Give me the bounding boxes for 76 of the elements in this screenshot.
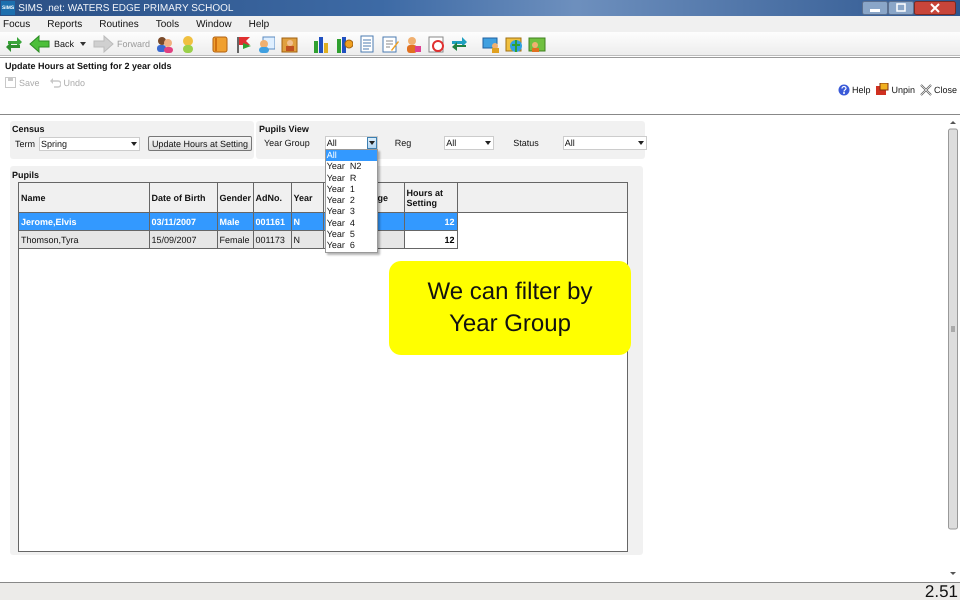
table-cell: N <box>291 230 323 248</box>
edit-document-icon[interactable] <box>381 34 400 52</box>
close-link[interactable]: Close <box>920 83 957 96</box>
table-cell: Male <box>217 212 253 230</box>
dropdown-option[interactable]: Year 2 <box>326 195 377 206</box>
term-dropdown[interactable]: Spring <box>39 136 140 150</box>
close-icon[interactable] <box>914 1 956 15</box>
table-cell: N <box>291 212 323 230</box>
column-header[interactable]: Date of Birth <box>149 183 217 212</box>
field-label: Year Group <box>264 138 310 148</box>
menu-item[interactable]: Help <box>248 18 276 30</box>
maximize-icon[interactable] <box>888 1 914 15</box>
caret-icon <box>368 141 375 145</box>
slide-number: 2.51 <box>924 583 959 600</box>
column-header[interactable]: AdNo. <box>253 183 291 212</box>
menu-item[interactable]: Routines <box>98 18 146 30</box>
field-label: Term <box>15 138 35 148</box>
people-icon[interactable] <box>156 34 174 52</box>
menu-item[interactable]: Window <box>195 18 239 30</box>
swap-arrows-icon[interactable] <box>450 34 468 52</box>
right-arrow-icon <box>92 34 114 52</box>
table-cell[interactable]: 12 <box>404 230 457 248</box>
panel-title: Pupils View <box>259 124 309 134</box>
book-icon[interactable] <box>211 34 230 52</box>
table-cell: 15/09/2007 <box>149 230 217 248</box>
column-header[interactable]: Name <box>19 183 149 212</box>
refresh-arrows-icon[interactable] <box>5 34 23 52</box>
pin-icon <box>875 83 890 96</box>
table-cell: 001161 <box>253 212 291 230</box>
update-button[interactable]: Update Hours at Setting <box>148 136 252 151</box>
dropdown-option[interactable]: Year 5 <box>326 229 377 240</box>
minimize-icon[interactable] <box>862 1 888 15</box>
dropdown-option[interactable]: Year R <box>326 172 377 184</box>
menu-item[interactable]: Reports <box>46 18 90 30</box>
status-dropdown[interactable]: All <box>562 136 647 150</box>
caret-icon <box>485 141 492 145</box>
caret-icon <box>130 142 137 146</box>
year-group-dropdown[interactable]: All <box>324 136 378 150</box>
table-cell: 001173 <box>253 230 291 248</box>
table-cell: Jerome,Elvis <box>19 212 149 230</box>
back-button[interactable]: Back <box>27 34 76 52</box>
folder-person-icon[interactable] <box>528 34 546 52</box>
monitor-person-icon[interactable] <box>482 34 500 52</box>
dropdown-option[interactable]: Year 3 <box>326 206 377 218</box>
undo-arrow-icon <box>50 77 61 88</box>
dropdown-option[interactable]: Year N2 <box>326 161 377 173</box>
flag-icon[interactable] <box>234 34 252 52</box>
menu-item[interactable]: Tools <box>154 18 186 30</box>
panel-title: Census <box>12 124 45 134</box>
person-badge-icon[interactable] <box>404 34 422 52</box>
dropdown-caret-icon[interactable] <box>80 42 86 46</box>
reg-dropdown[interactable]: All <box>444 136 494 150</box>
person-card-icon[interactable] <box>257 34 276 52</box>
dropdown-option[interactable]: Year 1 <box>326 184 377 196</box>
help-icon <box>838 84 850 96</box>
window-title: SIMS .net: WATERS EDGE PRIMARY SCHOOL <box>18 2 234 14</box>
callout-note: We can filter by Year Group <box>389 261 631 355</box>
caret-icon <box>638 141 644 145</box>
help-link[interactable]: Help <box>838 83 870 96</box>
panel-title: Pupils <box>12 170 40 180</box>
column-header[interactable]: Year <box>291 183 323 212</box>
document-icon[interactable] <box>358 34 376 52</box>
column-header[interactable]: Hours at Setting <box>404 183 457 212</box>
person-folder-icon[interactable] <box>280 34 298 52</box>
field-label: Reg <box>394 138 412 148</box>
dropdown-option[interactable]: Year 6 <box>326 240 377 252</box>
table-cell: Female <box>217 230 253 248</box>
field-label: Status <box>513 138 539 148</box>
close-icon <box>920 84 932 96</box>
column-header[interactable]: Gender <box>217 183 253 212</box>
page-title: Update Hours at Setting for 2 year olds <box>5 61 173 71</box>
menu-item[interactable]: Focus <box>2 18 38 30</box>
left-arrow-icon <box>29 34 51 52</box>
table-cell: Thomson,Tyra <box>19 230 149 248</box>
table-cell: 03/11/2007 <box>149 212 217 230</box>
unpin-link[interactable]: Unpin <box>875 83 915 96</box>
